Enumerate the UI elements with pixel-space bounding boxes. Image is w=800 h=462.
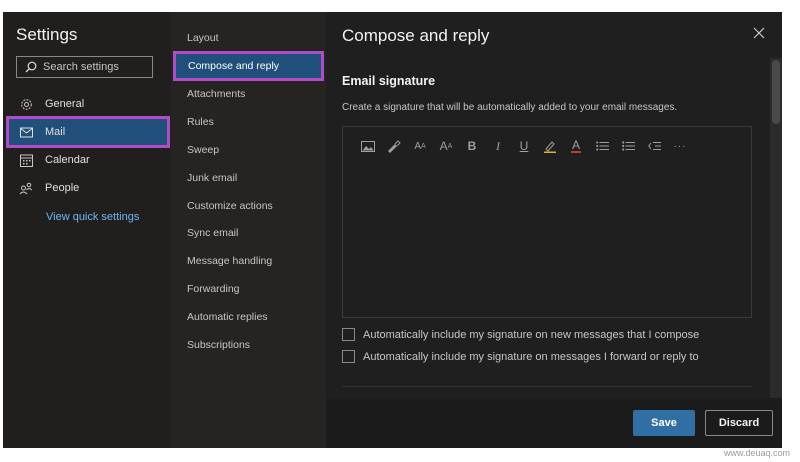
compose-reply-pane: Compose and reply Email signature Create…	[326, 12, 782, 448]
auto-signature-reply-label: Automatically include my signature on me…	[363, 350, 699, 363]
bold-button[interactable]: B	[459, 137, 485, 155]
menu-automatic-replies[interactable]: Automatic replies	[187, 311, 268, 323]
people-icon	[19, 181, 33, 195]
nav-general-label: General	[45, 98, 85, 110]
underline-button[interactable]: U	[511, 137, 537, 155]
font-size-increase-icon[interactable]: AA	[433, 137, 459, 155]
nav-calendar-label: Calendar	[45, 154, 90, 166]
menu-compose-and-reply[interactable]: Compose and reply	[173, 51, 324, 81]
nav-general[interactable]: General	[6, 91, 170, 117]
search-input[interactable]	[43, 61, 143, 73]
pane-title: Compose and reply	[342, 26, 490, 45]
menu-sweep[interactable]: Sweep	[187, 144, 219, 156]
menu-subscriptions[interactable]: Subscriptions	[187, 339, 250, 351]
mail-settings-menu: Layout Compose and reply Attachments Rul…	[171, 12, 326, 448]
section-title: Email signature	[342, 74, 436, 88]
calendar-icon	[19, 153, 33, 167]
pane-footer: Save Discard	[326, 398, 782, 448]
nav-mail-label: Mail	[45, 126, 66, 138]
auto-signature-new-row[interactable]: Automatically include my signature on ne…	[342, 328, 699, 341]
auto-signature-new-checkbox[interactable]	[342, 328, 355, 341]
settings-window: Settings General	[3, 12, 782, 448]
formatting-toolbar: AA AA B I U A ···	[355, 137, 693, 155]
format-painter-icon[interactable]	[381, 137, 407, 155]
nav-calendar[interactable]: Calendar	[6, 147, 170, 173]
menu-rules[interactable]: Rules	[187, 116, 214, 128]
nav-people[interactable]: People	[6, 175, 170, 201]
bullets-icon[interactable]	[589, 137, 615, 155]
font-size-decrease-icon[interactable]: AA	[407, 137, 433, 155]
save-button[interactable]: Save	[633, 410, 695, 436]
nav-people-label: People	[45, 182, 80, 194]
close-icon[interactable]	[752, 26, 766, 40]
section-divider	[342, 386, 752, 387]
auto-signature-new-label: Automatically include my signature on ne…	[363, 328, 700, 341]
auto-signature-reply-row[interactable]: Automatically include my signature on me…	[342, 350, 699, 363]
signature-editor[interactable]: AA AA B I U A ···	[342, 126, 752, 318]
section-description: Create a signature that will be automati…	[342, 102, 678, 113]
highlight-icon[interactable]	[537, 137, 563, 155]
decrease-indent-icon[interactable]	[641, 137, 667, 155]
scrollbar-thumb[interactable]	[772, 60, 780, 124]
menu-attachments[interactable]: Attachments	[187, 88, 245, 100]
auto-signature-reply-checkbox[interactable]	[342, 350, 355, 363]
menu-forwarding[interactable]: Forwarding	[187, 283, 240, 295]
gear-icon	[19, 97, 33, 111]
italic-button[interactable]: I	[485, 137, 511, 155]
menu-message-handling[interactable]: Message handling	[187, 255, 272, 267]
view-quick-settings-link[interactable]: View quick settings	[46, 211, 139, 223]
more-options-icon[interactable]: ···	[667, 137, 693, 155]
settings-title: Settings	[16, 25, 78, 44]
menu-customize-actions[interactable]: Customize actions	[187, 200, 273, 212]
insert-picture-icon[interactable]	[355, 137, 381, 155]
menu-junk-email[interactable]: Junk email	[187, 172, 237, 184]
discard-button[interactable]: Discard	[705, 410, 773, 436]
numbering-icon[interactable]	[615, 137, 641, 155]
menu-layout[interactable]: Layout	[187, 32, 219, 44]
menu-sync-email[interactable]: Sync email	[187, 227, 238, 239]
watermark: www.deuaq.com	[723, 448, 790, 458]
mail-icon	[19, 125, 33, 139]
nav-mail[interactable]: Mail	[6, 116, 170, 148]
search-icon	[25, 61, 37, 73]
pane-scrollbar[interactable]	[770, 58, 782, 406]
search-settings-box[interactable]	[16, 56, 153, 78]
font-color-button[interactable]: A	[563, 137, 589, 155]
settings-sidebar: Settings General	[3, 12, 171, 448]
